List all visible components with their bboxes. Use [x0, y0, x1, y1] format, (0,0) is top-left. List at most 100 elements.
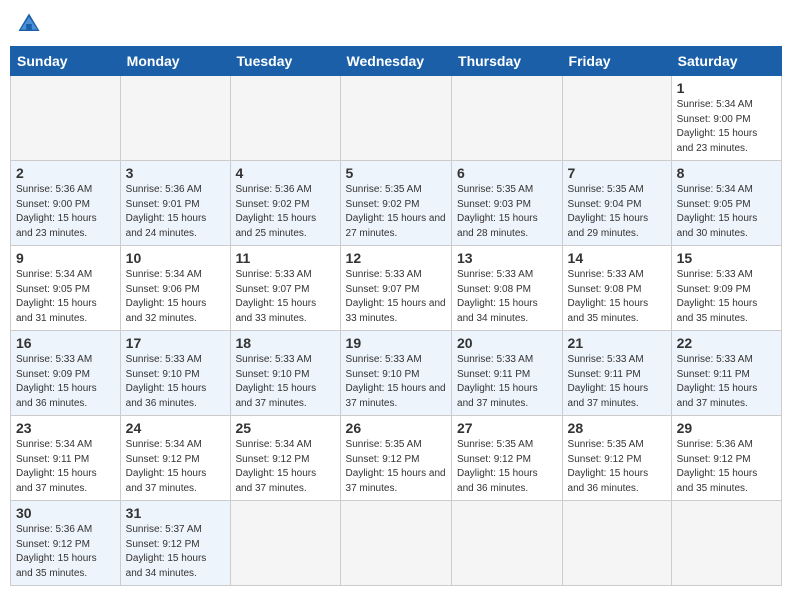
- day-info: Sunrise: 5:33 AMSunset: 9:10 PMDaylight:…: [346, 353, 446, 411]
- day-info: Sunrise: 5:36 AMSunset: 9:02 PMDaylight:…: [236, 183, 335, 241]
- day-info: Sunrise: 5:34 AMSunset: 9:00 PMDaylight:…: [677, 98, 776, 156]
- day-info: Sunrise: 5:33 AMSunset: 9:08 PMDaylight:…: [568, 268, 666, 326]
- day-info: Sunrise: 5:35 AMSunset: 9:02 PMDaylight:…: [346, 183, 446, 241]
- calendar-week-6: 30 Sunrise: 5:36 AMSunset: 9:12 PMDayligh…: [11, 501, 782, 586]
- calendar-header-monday: Monday: [120, 47, 230, 76]
- calendar-header-tuesday: Tuesday: [230, 47, 340, 76]
- day-number: 19: [346, 335, 446, 351]
- day-info: Sunrise: 5:36 AMSunset: 9:12 PMDaylight:…: [16, 523, 115, 581]
- day-number: 2: [16, 165, 115, 181]
- day-number: 1: [677, 80, 776, 96]
- calendar-cell: 26 Sunrise: 5:35 AMSunset: 9:12 PMDayligh…: [340, 416, 451, 501]
- day-number: 5: [346, 165, 446, 181]
- calendar-cell: [452, 501, 563, 586]
- day-info: Sunrise: 5:33 AMSunset: 9:08 PMDaylight:…: [457, 268, 557, 326]
- day-number: 26: [346, 420, 446, 436]
- day-info: Sunrise: 5:35 AMSunset: 9:04 PMDaylight:…: [568, 183, 666, 241]
- day-info: Sunrise: 5:33 AMSunset: 9:09 PMDaylight:…: [16, 353, 115, 411]
- calendar-cell: [230, 76, 340, 161]
- calendar-cell: 15Sunrise: 5:33 AMSunset: 9:09 PMDayligh…: [671, 246, 781, 331]
- calendar-table: SundayMondayTuesdayWednesdayThursdayFrid…: [10, 46, 782, 586]
- day-number: 9: [16, 250, 115, 266]
- calendar-cell: [562, 501, 671, 586]
- calendar-cell: 17 Sunrise: 5:33 AMSunset: 9:10 PMDayligh…: [120, 331, 230, 416]
- day-number: 6: [457, 165, 557, 181]
- calendar-cell: 30 Sunrise: 5:36 AMSunset: 9:12 PMDayligh…: [11, 501, 121, 586]
- calendar-header-row: SundayMondayTuesdayWednesdayThursdayFrid…: [11, 47, 782, 76]
- calendar-cell: 4 Sunrise: 5:36 AMSunset: 9:02 PMDaylight…: [230, 161, 340, 246]
- day-info: Sunrise: 5:34 AMSunset: 9:06 PMDaylight:…: [126, 268, 225, 326]
- calendar-cell: 23 Sunrise: 5:34 AMSunset: 9:11 PMDayligh…: [11, 416, 121, 501]
- day-number: 4: [236, 165, 335, 181]
- page-header: [10, 10, 782, 38]
- day-info: Sunrise: 5:35 AMSunset: 9:12 PMDaylight:…: [568, 438, 666, 496]
- calendar-header-friday: Friday: [562, 47, 671, 76]
- calendar-cell: 14 Sunrise: 5:33 AMSunset: 9:08 PMDayligh…: [562, 246, 671, 331]
- calendar-cell: 9Sunrise: 5:34 AMSunset: 9:05 PMDaylight…: [11, 246, 121, 331]
- day-info: Sunrise: 5:33 AMSunset: 9:10 PMDaylight:…: [126, 353, 225, 411]
- day-info: Sunrise: 5:33 AMSunset: 9:09 PMDaylight:…: [677, 268, 776, 326]
- calendar-cell: 12 Sunrise: 5:33 AMSunset: 9:07 PMDayligh…: [340, 246, 451, 331]
- day-number: 16: [16, 335, 115, 351]
- day-number: 17: [126, 335, 225, 351]
- day-info: Sunrise: 5:36 AMSunset: 9:01 PMDaylight:…: [126, 183, 225, 241]
- day-number: 23: [16, 420, 115, 436]
- day-info: Sunrise: 5:33 AMSunset: 9:07 PMDaylight:…: [236, 268, 335, 326]
- day-number: 31: [126, 505, 225, 521]
- day-number: 25: [236, 420, 335, 436]
- day-info: Sunrise: 5:35 AMSunset: 9:12 PMDaylight:…: [346, 438, 446, 496]
- day-info: Sunrise: 5:34 AMSunset: 9:11 PMDaylight:…: [16, 438, 115, 496]
- calendar-week-1: 1 Sunrise: 5:34 AMSunset: 9:00 PMDaylight…: [11, 76, 782, 161]
- day-number: 11: [236, 250, 335, 266]
- calendar-cell: 16 Sunrise: 5:33 AMSunset: 9:09 PMDayligh…: [11, 331, 121, 416]
- day-info: Sunrise: 5:36 AMSunset: 9:12 PMDaylight:…: [677, 438, 776, 496]
- day-info: Sunrise: 5:34 AMSunset: 9:12 PMDaylight:…: [236, 438, 335, 496]
- day-info: Sunrise: 5:33 AMSunset: 9:07 PMDaylight:…: [346, 268, 446, 326]
- calendar-cell: 3 Sunrise: 5:36 AMSunset: 9:01 PMDaylight…: [120, 161, 230, 246]
- calendar-cell: [340, 501, 451, 586]
- day-number: 20: [457, 335, 557, 351]
- day-number: 27: [457, 420, 557, 436]
- day-number: 7: [568, 165, 666, 181]
- day-number: 13: [457, 250, 557, 266]
- calendar-header-wednesday: Wednesday: [340, 47, 451, 76]
- logo-icon: [15, 10, 43, 38]
- calendar-cell: [452, 76, 563, 161]
- calendar-cell: 6 Sunrise: 5:35 AMSunset: 9:03 PMDaylight…: [452, 161, 563, 246]
- day-number: 28: [568, 420, 666, 436]
- calendar-cell: 25 Sunrise: 5:34 AMSunset: 9:12 PMDayligh…: [230, 416, 340, 501]
- day-number: 3: [126, 165, 225, 181]
- calendar-week-2: 2Sunrise: 5:36 AMSunset: 9:00 PMDaylight…: [11, 161, 782, 246]
- calendar-cell: 22Sunrise: 5:33 AMSunset: 9:11 PMDayligh…: [671, 331, 781, 416]
- calendar-cell: [671, 501, 781, 586]
- day-info: Sunrise: 5:37 AMSunset: 9:12 PMDaylight:…: [126, 523, 225, 581]
- calendar-week-5: 23 Sunrise: 5:34 AMSunset: 9:11 PMDayligh…: [11, 416, 782, 501]
- calendar-cell: 11 Sunrise: 5:33 AMSunset: 9:07 PMDayligh…: [230, 246, 340, 331]
- calendar-cell: 27 Sunrise: 5:35 AMSunset: 9:12 PMDayligh…: [452, 416, 563, 501]
- day-info: Sunrise: 5:34 AMSunset: 9:05 PMDaylight:…: [677, 183, 776, 241]
- calendar-header-sunday: Sunday: [11, 47, 121, 76]
- day-number: 30: [16, 505, 115, 521]
- logo: [15, 10, 48, 38]
- calendar-cell: 10 Sunrise: 5:34 AMSunset: 9:06 PMDayligh…: [120, 246, 230, 331]
- calendar-week-3: 9Sunrise: 5:34 AMSunset: 9:05 PMDaylight…: [11, 246, 782, 331]
- day-number: 10: [126, 250, 225, 266]
- calendar-header-saturday: Saturday: [671, 47, 781, 76]
- day-number: 14: [568, 250, 666, 266]
- calendar-cell: 8Sunrise: 5:34 AMSunset: 9:05 PMDaylight…: [671, 161, 781, 246]
- day-info: Sunrise: 5:34 AMSunset: 9:12 PMDaylight:…: [126, 438, 225, 496]
- calendar-cell: [562, 76, 671, 161]
- day-info: Sunrise: 5:33 AMSunset: 9:10 PMDaylight:…: [236, 353, 335, 411]
- calendar-cell: [120, 76, 230, 161]
- calendar-cell: [340, 76, 451, 161]
- calendar-cell: 31 Sunrise: 5:37 AMSunset: 9:12 PMDayligh…: [120, 501, 230, 586]
- day-number: 12: [346, 250, 446, 266]
- day-number: 24: [126, 420, 225, 436]
- calendar-cell: 7 Sunrise: 5:35 AMSunset: 9:04 PMDaylight…: [562, 161, 671, 246]
- day-number: 18: [236, 335, 335, 351]
- calendar-cell: 13 Sunrise: 5:33 AMSunset: 9:08 PMDayligh…: [452, 246, 563, 331]
- calendar-cell: 19 Sunrise: 5:33 AMSunset: 9:10 PMDayligh…: [340, 331, 451, 416]
- day-info: Sunrise: 5:35 AMSunset: 9:12 PMDaylight:…: [457, 438, 557, 496]
- day-info: Sunrise: 5:35 AMSunset: 9:03 PMDaylight:…: [457, 183, 557, 241]
- calendar-cell: 1 Sunrise: 5:34 AMSunset: 9:00 PMDaylight…: [671, 76, 781, 161]
